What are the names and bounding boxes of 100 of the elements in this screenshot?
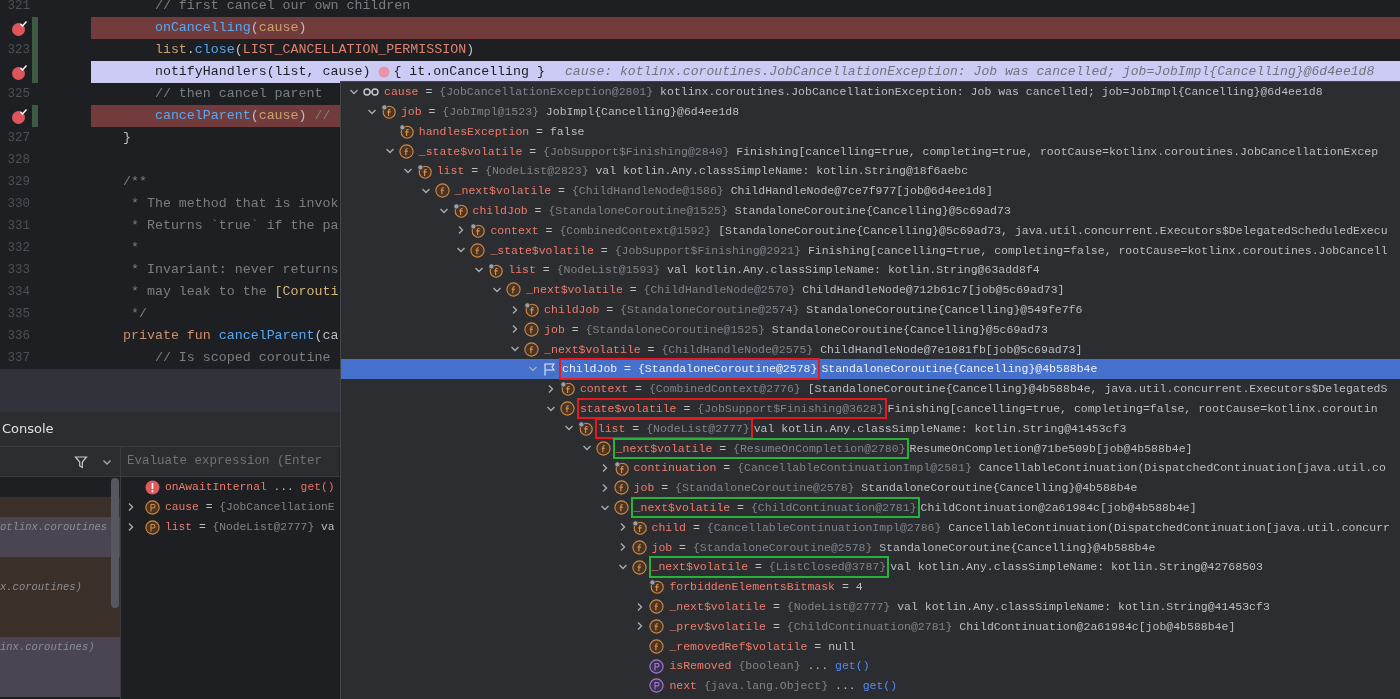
variable-text: next {java.lang.Object} ... get(): [669, 678, 898, 695]
variable-value: Finishing[cancelling=true, completing=false, rootCause=kotlinx.coroutin: [887, 401, 1378, 417]
get-link[interactable]: get(): [862, 679, 898, 693]
tree-row[interactable]: list = {NodeList@2823} val kotlin.Any.classSimpleName: kotlin.String@18f6aebc: [341, 161, 1400, 181]
tree-row[interactable]: next {java.lang.Object} ... get(): [341, 675, 1400, 696]
breakpoint-icon[interactable]: [11, 19, 28, 37]
pinned-field-icon: [416, 163, 432, 179]
tree-row[interactable]: context = {CombinedContext@1592} [StandaloneCoroutine{Cancelling}@5c69ad73, java.util.concurrent.Executors$DelegatedScheduledExecu: [341, 220, 1400, 241]
breakpoint-icon[interactable]: [11, 63, 28, 81]
evaluate-expression-field[interactable]: Evaluate expression (Enter: [121, 447, 339, 476]
tree-row[interactable]: job = {StandaloneCoroutine@1525} StandaloneCoroutine{Cancelling}@5c69ad73: [341, 319, 1400, 340]
highlight-frame: _next$volatile = {ChildContinuation@2781}: [630, 497, 920, 519]
field-icon: [524, 321, 540, 337]
variable-value: ResumeOnCompletion@71be509b[job@4b588b4e]: [909, 440, 1193, 457]
tree-row[interactable]: _next$volatile = {NodeList@2777} val kotlin.Any.classSimpleName: kotlin.String@41453cf3: [341, 596, 1400, 617]
variable-text: _removedRef$volatile = null: [669, 638, 856, 655]
console-tab[interactable]: Console: [0, 419, 54, 439]
field-icon: [649, 638, 665, 654]
breakpoint-icon[interactable]: [11, 107, 28, 125]
error-icon: [145, 479, 160, 495]
variable-text: job = {StandaloneCoroutine@2578} StandaloneCoroutine{Cancelling}@4b588b4e: [651, 539, 1156, 556]
code-text: /**: [123, 173, 147, 192]
tree-row[interactable]: _next$volatile = {ChildHandleNode@2570} ChildHandleNode@712b61c7[job@5c69ad73]: [341, 279, 1400, 300]
tree-row[interactable]: isRemoved {boolean} ... get(): [341, 656, 1400, 676]
frame-row[interactable]: x.coroutines): [0, 577, 120, 597]
scrollbar-thumb[interactable]: [111, 478, 119, 608]
variable-text: childJob = {StandaloneCoroutine@2574} StandaloneCoroutine{Cancelling}@549fe7f6: [544, 302, 1083, 319]
variable-text: isRemoved {boolean} ... get(): [669, 658, 870, 675]
tree-row[interactable]: _next$volatile = {ChildHandleNode@1586} ChildHandleNode@7ce7f977[job@6d4ee1d8]: [341, 181, 1400, 201]
tree-row[interactable]: _prev$volatile = {ChildContinuation@2781} ChildContinuation@2a61984c[job@4b588b4e]: [341, 616, 1400, 637]
variable-text: job = {JobImpl@1523} JobImpl{Cancelling}@6d4ee1d8: [400, 104, 740, 121]
tree-row[interactable]: job = {StandaloneCoroutine@2578} StandaloneCoroutine{Cancelling}@4b588b4e: [341, 477, 1400, 498]
field-icon: [613, 500, 629, 516]
code-text: *: [129, 239, 139, 258]
pinned-field-icon: [524, 302, 540, 318]
property-icon: [145, 499, 160, 515]
tree-row[interactable]: _next$volatile = {ResumeOnCompletion@2780} ResumeOnCompletion@71be509b[job@4b588b4e]: [341, 438, 1400, 459]
variable-text: list = {NodeList@1593} val kotlin.Any.classSimpleName: kotlin.String@63add8f4: [508, 262, 1040, 279]
highlight-frame: state$volatile = {JobSupport$Finishing@3628}: [576, 398, 887, 420]
tree-row[interactable]: state$volatile = {JobSupport$Finishing@3628} Finishing[cancelling=true, completing=false, rootCause=kotlinx.coroutin: [341, 398, 1400, 419]
tree-row[interactable]: childJob = {StandaloneCoroutine@1525} StandaloneCoroutine{Cancelling}@5c69ad73: [341, 200, 1400, 221]
tree-row[interactable]: childJob = {StandaloneCoroutine@2578} StandaloneCoroutine{Cancelling}@4b588b4e: [341, 359, 1400, 379]
field-icon: [398, 143, 414, 159]
get-link[interactable]: get(): [835, 659, 870, 673]
tree-row[interactable]: childJob = {StandaloneCoroutine@2574} StandaloneCoroutine{Cancelling}@549fe7f6: [341, 299, 1400, 320]
variable-text: forbiddenElementsBitmask = 4: [669, 579, 863, 596]
field-icon: [506, 282, 522, 298]
variable-text: list = {NodeList@2823} val kotlin.Any.classSimpleName: kotlin.String@18f6aebc: [436, 163, 969, 180]
field-icon: [631, 559, 647, 575]
variable-text: continuation = {CancellableContinuationImpl@2581} CancellableContinuation(DispatchedContinuation[java.util.co: [633, 460, 1386, 477]
tree-row[interactable]: _next$volatile = {ChildContinuation@2781} ChildContinuation@2a61984c[job@4b588b4e]: [341, 497, 1400, 518]
code-text: * may leak to the [Corouti: [129, 283, 339, 302]
tree-row[interactable]: handlesException = false: [341, 121, 1400, 142]
variable-text: _next$volatile = {ChildHandleNode@2575} ChildHandleNode@7e1081fb[job@5c69ad73]: [544, 341, 1083, 358]
code-text: private fun cancelParent(ca: [123, 327, 339, 346]
variable-text: list = {NodeList@2777} va: [165, 519, 335, 535]
tree-row[interactable]: forbiddenElementsBitmask = 4: [341, 576, 1400, 597]
field-icon: [434, 183, 450, 199]
get-link[interactable]: get(): [300, 480, 335, 493]
variable-text: job = {StandaloneCoroutine@2578} StandaloneCoroutine{Cancelling}@4b588b4e: [633, 480, 1138, 497]
variable-text: child = {CancellableContinuationImpl@2786} CancellableContinuation(DispatchedContinuation[java.util.concurr: [651, 519, 1390, 536]
highlight-frame: list = {NodeList@2777}: [594, 417, 753, 440]
tree-row[interactable]: child = {CancellableContinuationImpl@2786} CancellableContinuation(DispatchedContinuation[java.util.concurr: [341, 517, 1400, 538]
variable-text: cause = {JobCancellationException@2801} kotlinx.coroutines.JobCancellationException: Job was cancelled; job=JobImpl{Cancelling}@6d4ee1d8: [384, 84, 1323, 101]
field-icon: [524, 341, 540, 357]
variable-text: job = {StandaloneCoroutine@1525} StandaloneCoroutine{Cancelling}@5c69ad73: [544, 321, 1048, 338]
tree-row[interactable]: _next$volatile = {ChildHandleNode@2575} ChildHandleNode@7e1081fb[job@5c69ad73]: [341, 339, 1400, 360]
tree-row[interactable]: context = {CombinedContext@2776} [StandaloneCoroutine{Cancelling}@4b588b4e, java.util.concurrent.Executors$DelegatedS: [341, 378, 1400, 399]
tree-row[interactable]: cause = {JobCancellationException@2801} kotlinx.coroutines.JobCancellationException: Job was cancelled; job=JobImpl{Cancelling}@6d4ee1d8: [341, 82, 1400, 102]
code-text: // first cancel our own children: [153, 0, 411, 16]
tree-row[interactable]: _state$volatile = {JobSupport$Finishing@2921} Finishing[cancelling=true, completing=false, rootCause=kotlinx.coroutines.JobCancell: [341, 240, 1400, 261]
tree-row[interactable]: _removedRef$volatile = null: [341, 636, 1400, 657]
variable-value: StandaloneCoroutine{Cancelling}@4b588b4e: [821, 361, 1098, 378]
highlight-frame: _next$volatile = {ResumeOnCompletion@2780}: [612, 437, 909, 459]
pinned-field-icon: [577, 420, 593, 436]
pinned-field-icon: [488, 262, 504, 278]
tree-row[interactable]: list = {NodeList@2777} val kotlin.Any.classSimpleName: kotlin.String@41453cf3: [341, 418, 1400, 439]
tree-row[interactable]: list = {NodeList@1593} val kotlin.Any.classSimpleName: kotlin.String@63add8f4: [341, 260, 1400, 280]
variable-value: ChildContinuation@2a61984c[job@4b588b4e]: [920, 500, 1197, 516]
tree-row[interactable]: _next$volatile = {ListClosed@3787} val kotlin.Any.classSimpleName: kotlin.String@42768503: [341, 557, 1400, 577]
property-icon: [649, 678, 665, 694]
code-text: list.close(LIST_CANCELLATION_PERMISSION): [153, 41, 475, 60]
code-text: cancelParent(cause) //: [153, 107, 331, 126]
tree-row[interactable]: job = {StandaloneCoroutine@2578} StandaloneCoroutine{Cancelling}@4b588b4e: [341, 537, 1400, 558]
variable-text: _next$volatile = {ChildHandleNode@2570} ChildHandleNode@712b61c7[job@5c69ad73]: [526, 282, 1065, 299]
code-text: * The method that is invok: [129, 195, 339, 214]
code-text: { it.onCancelling }: [393, 63, 545, 82]
variable-text: context = {CombinedContext@1592} [StandaloneCoroutine{Cancelling}@5c69ad73, java.util.concurrent.Executors$DelegatedScheduledExecu: [490, 222, 1388, 239]
variable-text: context = {CombinedContext@2776} [StandaloneCoroutine{Cancelling}@4b588b4e, java.util.concurrent.Executors$DelegatedS: [579, 381, 1388, 398]
inline-hint: cause: kotlinx.coroutines.JobCancellationException: Job was cancelled; job=JobImpl{Cancelling}@6d4ee1d8: [565, 63, 1375, 82]
tree-row[interactable]: _state$volatile = {JobSupport$Finishing@2840} Finishing[cancelling=true, completing=true, rootCause=kotlinx.coroutines.JobCancellationExcep: [341, 141, 1400, 162]
code-text: // Is scoped coroutine: [153, 349, 331, 368]
pinned-field-icon: [470, 222, 486, 238]
tree-row[interactable]: continuation = {CancellableContinuationImpl@2581} CancellableContinuation(DispatchedContinuation[java.util.co: [341, 458, 1400, 478]
variable-text: onAwaitInternal ... get(): [165, 479, 335, 495]
property-icon: [649, 658, 665, 674]
variable-text: _next$volatile = {NodeList@2777} val kotlin.Any.classSimpleName: kotlin.String@41453cf3: [669, 599, 1270, 615]
tree-row[interactable]: job = {JobImpl@1523} JobImpl{Cancelling}@6d4ee1d8: [341, 101, 1400, 122]
filter-icon[interactable]: [74, 454, 88, 469]
variable-text: _state$volatile = {JobSupport$Finishing@2921} Finishing[cancelling=true, completing=false, rootCause=kotlinx.coroutines.JobCancell: [490, 242, 1388, 259]
